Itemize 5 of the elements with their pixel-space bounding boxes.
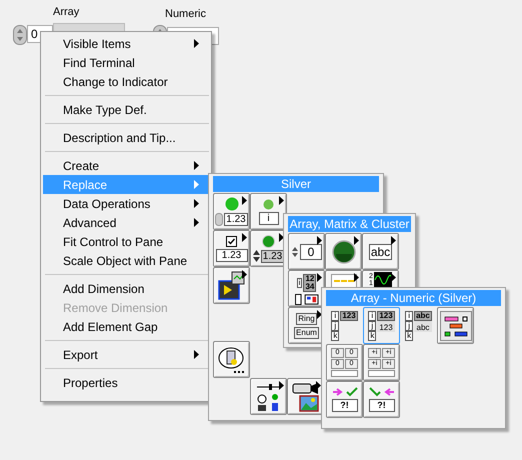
control-label: Numeric (165, 8, 206, 20)
palette-title: Array, Matrix & Cluster (288, 216, 411, 232)
palette-title: Silver (213, 176, 379, 192)
control-label: Array (53, 6, 80, 18)
palette-title: Array - Numeric (Silver) (326, 290, 501, 306)
